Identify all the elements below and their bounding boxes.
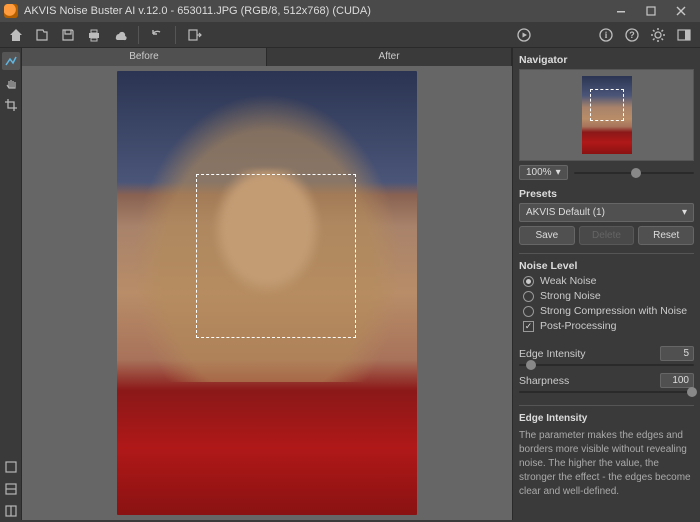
preview-marquee[interactable] xyxy=(196,174,356,338)
navigator-thumbnail[interactable] xyxy=(519,69,694,161)
noise-strong-radio[interactable]: Strong Noise xyxy=(523,290,694,302)
preset-delete-button: Delete xyxy=(579,226,635,245)
post-processing-checkbox[interactable]: Post-Processing xyxy=(523,320,694,332)
parameter-help-box: Edge Intensity The parameter makes the e… xyxy=(519,405,694,499)
sharpness-value[interactable]: 100 xyxy=(660,373,694,388)
canvas-area: Before After xyxy=(22,48,512,520)
toolbar: i ? xyxy=(0,22,700,48)
view-split-v-icon[interactable] xyxy=(2,502,20,520)
chevron-down-icon: ▾ xyxy=(682,207,687,218)
undo-icon[interactable] xyxy=(147,25,167,45)
canvas-tabs: Before After xyxy=(22,48,512,66)
right-panel: Navigator 100% ▾ Presets AKVIS Default (1… xyxy=(512,48,700,520)
sharpness-label: Sharpness xyxy=(519,375,660,387)
crop-tool-icon[interactable] xyxy=(2,96,20,114)
print-icon[interactable] xyxy=(84,25,104,45)
maximize-button[interactable] xyxy=(636,2,666,20)
preset-save-button[interactable]: Save xyxy=(519,226,575,245)
tab-before[interactable]: Before xyxy=(22,48,267,66)
zoom-level-select[interactable]: 100% ▾ xyxy=(519,165,568,180)
help-icon[interactable]: ? xyxy=(622,25,642,45)
noise-weak-label: Weak Noise xyxy=(540,275,596,287)
edge-intensity-value[interactable]: 5 xyxy=(660,346,694,361)
settings-icon[interactable] xyxy=(648,25,668,45)
navigator-viewport-box[interactable] xyxy=(590,89,624,121)
titlebar: AKVIS Noise Buster AI v.12.0 - 653011.JP… xyxy=(0,0,700,22)
app-icon xyxy=(4,4,18,18)
view-single-icon[interactable] xyxy=(2,458,20,476)
svg-text:?: ? xyxy=(629,30,635,40)
chevron-down-icon: ▾ xyxy=(556,167,561,178)
noise-compress-radio[interactable]: Strong Compression with Noise xyxy=(523,305,694,317)
info-icon[interactable]: i xyxy=(596,25,616,45)
sharpness-slider[interactable] xyxy=(519,389,694,395)
noise-weak-radio[interactable]: Weak Noise xyxy=(523,275,694,287)
save-file-icon[interactable] xyxy=(58,25,78,45)
edge-intensity-slider[interactable] xyxy=(519,362,694,368)
export-icon[interactable] xyxy=(184,25,204,45)
panel-toggle-icon[interactable] xyxy=(674,25,694,45)
left-toolstrip xyxy=(0,48,22,520)
preset-select[interactable]: AKVIS Default (1) ▾ xyxy=(519,203,694,222)
view-split-h-icon[interactable] xyxy=(2,480,20,498)
quick-preview-tool-icon[interactable] xyxy=(2,52,20,70)
preset-reset-button[interactable]: Reset xyxy=(638,226,694,245)
zoom-slider[interactable] xyxy=(574,170,694,176)
toolbar-separator xyxy=(175,26,176,44)
help-heading: Edge Intensity xyxy=(519,412,694,426)
open-file-icon[interactable] xyxy=(32,25,52,45)
canvas[interactable] xyxy=(22,66,512,520)
help-body: The parameter makes the edges and border… xyxy=(519,429,694,499)
svg-text:i: i xyxy=(605,30,608,40)
navigator-label: Navigator xyxy=(519,54,694,66)
close-button[interactable] xyxy=(666,2,696,20)
noise-compress-label: Strong Compression with Noise xyxy=(540,305,687,317)
tab-after[interactable]: After xyxy=(267,48,512,66)
presets-label: Presets xyxy=(519,188,694,200)
noise-strong-label: Strong Noise xyxy=(540,290,601,302)
post-processing-label: Post-Processing xyxy=(540,320,616,332)
toolbar-separator xyxy=(138,26,139,44)
home-icon[interactable] xyxy=(6,25,26,45)
preset-selected: AKVIS Default (1) xyxy=(526,207,605,218)
run-icon[interactable] xyxy=(514,25,534,45)
minimize-button[interactable] xyxy=(606,2,636,20)
cloud-download-icon[interactable] xyxy=(110,25,130,45)
window-title: AKVIS Noise Buster AI v.12.0 - 653011.JP… xyxy=(24,5,606,17)
zoom-value: 100% xyxy=(526,167,552,178)
noise-level-label: Noise Level xyxy=(519,260,694,272)
hand-tool-icon[interactable] xyxy=(2,74,20,92)
edge-intensity-label: Edge Intensity xyxy=(519,348,660,360)
